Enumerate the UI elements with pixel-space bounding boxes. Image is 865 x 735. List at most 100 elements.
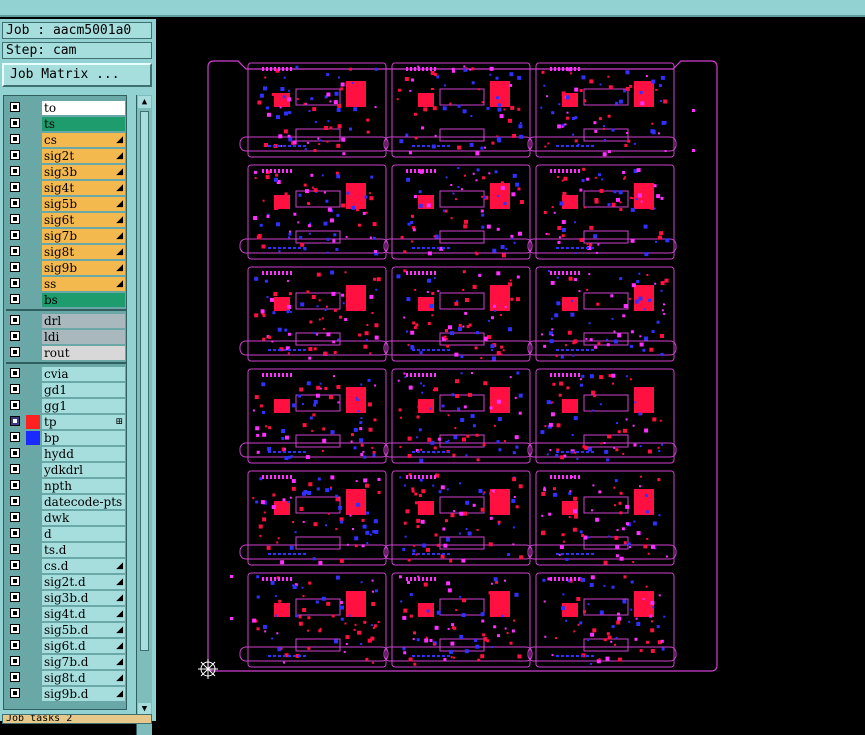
layer-checkbox[interactable] <box>10 592 20 602</box>
layer-name[interactable]: datecode-pts <box>42 495 125 509</box>
layer-checkbox[interactable] <box>10 560 20 570</box>
layer-checkbox[interactable] <box>10 464 20 474</box>
layer-row-bs[interactable]: bs <box>4 292 126 308</box>
layer-row-sig4t[interactable]: sig4t ◢ <box>4 180 126 196</box>
layer-row-sig4t-d[interactable]: sig4t.d ◢ <box>4 606 126 622</box>
layer-row-ss[interactable]: ss ◢ <box>4 276 126 292</box>
layer-checkbox[interactable] <box>10 480 20 490</box>
layer-name[interactable]: dwk <box>42 511 125 525</box>
layer-name[interactable]: cvia <box>42 367 125 381</box>
layer-name[interactable]: sig4t.d ◢ <box>42 607 125 621</box>
layer-name[interactable]: sig6t.d ◢ <box>42 639 125 653</box>
layer-list-scrollbar[interactable]: ▲ ▼ <box>136 95 152 735</box>
layer-checkbox[interactable] <box>10 102 20 112</box>
layer-checkbox[interactable] <box>10 294 20 304</box>
layer-row-tp[interactable]: tp ⊞ <box>4 414 126 430</box>
layer-name[interactable]: sig6t ◢ <box>42 213 125 227</box>
layer-row-dwk[interactable]: dwk <box>4 510 126 526</box>
layer-row-to[interactable]: to <box>4 100 126 116</box>
layer-name[interactable]: ydkdrl <box>42 463 125 477</box>
layer-checkbox[interactable] <box>10 496 20 506</box>
layer-name[interactable]: sig5b.d ◢ <box>42 623 125 637</box>
layer-name[interactable]: sig3b.d ◢ <box>42 591 125 605</box>
layer-row-sig5b-d[interactable]: sig5b.d ◢ <box>4 622 126 638</box>
layer-name[interactable]: ts <box>42 117 125 131</box>
layer-name[interactable]: bs <box>42 293 125 307</box>
layer-checkbox[interactable] <box>10 416 20 426</box>
layer-checkbox[interactable] <box>10 278 20 288</box>
layer-checkbox[interactable] <box>10 347 20 357</box>
layer-row-sig2t-d[interactable]: sig2t.d ◢ <box>4 574 126 590</box>
layer-name[interactable]: sig9b.d ◢ <box>42 687 125 701</box>
layer-row-ts-d[interactable]: ts.d <box>4 542 126 558</box>
layer-row-sig9b-d[interactable]: sig9b.d ◢ <box>4 686 126 702</box>
layer-row-ldi[interactable]: ldi <box>4 329 126 345</box>
layer-checkbox[interactable] <box>10 198 20 208</box>
layer-name[interactable]: sig7b ◢ <box>42 229 125 243</box>
layer-checkbox[interactable] <box>10 384 20 394</box>
layer-color-swatch[interactable] <box>26 431 40 445</box>
layer-name[interactable]: sig4t ◢ <box>42 181 125 195</box>
layer-checkbox[interactable] <box>10 315 20 325</box>
layer-name[interactable]: hydd <box>42 447 125 461</box>
scroll-thumb[interactable] <box>140 111 149 651</box>
layer-checkbox[interactable] <box>10 214 20 224</box>
panel-view[interactable] <box>158 19 865 721</box>
layer-name[interactable]: d <box>42 527 125 541</box>
layer-name[interactable]: sig8t ◢ <box>42 245 125 259</box>
layer-name[interactable]: drl <box>42 314 125 328</box>
layer-checkbox[interactable] <box>10 448 20 458</box>
layer-name[interactable]: sig2t.d ◢ <box>42 575 125 589</box>
layer-row-bp[interactable]: bp <box>4 430 126 446</box>
job-matrix-button[interactable]: Job Matrix ... <box>2 63 152 87</box>
layer-name[interactable]: ts.d <box>42 543 125 557</box>
layer-row-ydkdrl[interactable]: ydkdrl <box>4 462 126 478</box>
layer-checkbox[interactable] <box>10 544 20 554</box>
layer-name[interactable]: cs.d ◢ <box>42 559 125 573</box>
layer-checkbox[interactable] <box>10 118 20 128</box>
layer-checkbox[interactable] <box>10 432 20 442</box>
layer-row-cs[interactable]: cs ◢ <box>4 132 126 148</box>
layer-row-sig6t[interactable]: sig6t ◢ <box>4 212 126 228</box>
layer-color-swatch[interactable] <box>26 415 40 429</box>
layer-checkbox[interactable] <box>10 656 20 666</box>
layer-name[interactable]: npth <box>42 479 125 493</box>
layer-row-sig9b[interactable]: sig9b ◢ <box>4 260 126 276</box>
layer-row-sig2t[interactable]: sig2t ◢ <box>4 148 126 164</box>
layer-name[interactable]: sig7b.d ◢ <box>42 655 125 669</box>
layer-name[interactable]: tp ⊞ <box>42 415 125 429</box>
layer-checkbox[interactable] <box>10 150 20 160</box>
layer-row-npth[interactable]: npth <box>4 478 126 494</box>
layer-checkbox[interactable] <box>10 608 20 618</box>
graphics-canvas[interactable] <box>158 19 865 721</box>
layer-row-gd1[interactable]: gd1 <box>4 382 126 398</box>
layer-row-cvia[interactable]: cvia <box>4 366 126 382</box>
layer-name[interactable]: sig9b ◢ <box>42 261 125 275</box>
layer-checkbox[interactable] <box>10 166 20 176</box>
layer-name[interactable]: sig8t.d ◢ <box>42 671 125 685</box>
layer-name[interactable]: ldi <box>42 330 125 344</box>
layer-row-sig8t[interactable]: sig8t ◢ <box>4 244 126 260</box>
layer-row-d[interactable]: d <box>4 526 126 542</box>
layer-checkbox[interactable] <box>10 624 20 634</box>
layer-name[interactable]: sig5b ◢ <box>42 197 125 211</box>
layer-checkbox[interactable] <box>10 331 20 341</box>
layer-row-hydd[interactable]: hydd <box>4 446 126 462</box>
layer-row-sig8t-d[interactable]: sig8t.d ◢ <box>4 670 126 686</box>
layer-checkbox[interactable] <box>10 368 20 378</box>
layer-row-rout[interactable]: rout <box>4 345 126 361</box>
layer-checkbox[interactable] <box>10 182 20 192</box>
layer-checkbox[interactable] <box>10 640 20 650</box>
layer-row-gg1[interactable]: gg1 <box>4 398 126 414</box>
layer-name[interactable]: to <box>42 101 125 115</box>
layer-checkbox[interactable] <box>10 672 20 682</box>
layer-row-datecode-pts[interactable]: datecode-pts <box>4 494 126 510</box>
scroll-up-icon[interactable]: ▲ <box>138 96 151 108</box>
layer-row-cs-d[interactable]: cs.d ◢ <box>4 558 126 574</box>
layer-name[interactable]: rout <box>42 346 125 360</box>
layer-name[interactable]: bp <box>42 431 125 445</box>
layer-row-sig7b[interactable]: sig7b ◢ <box>4 228 126 244</box>
layer-checkbox[interactable] <box>10 134 20 144</box>
layer-name[interactable]: gd1 <box>42 383 125 397</box>
layer-row-sig3b[interactable]: sig3b ◢ <box>4 164 126 180</box>
